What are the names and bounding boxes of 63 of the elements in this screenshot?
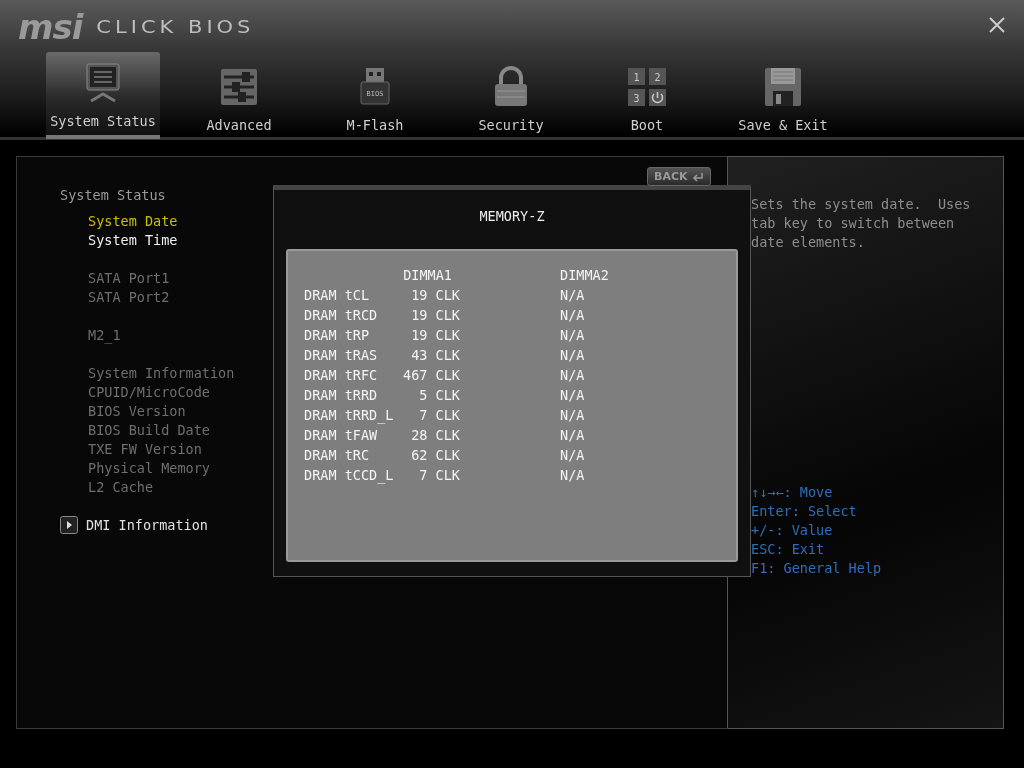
submenu-link[interactable]: DMI Information (86, 517, 208, 533)
logo: msi (18, 7, 83, 47)
table-cell: 28 CLK (411, 427, 460, 443)
menu-item: TXE FW Version (88, 440, 202, 459)
back-button[interactable]: BACK (647, 167, 711, 186)
table-cell: 7 CLK (419, 407, 460, 423)
table-cell-text: N/A (560, 406, 586, 425)
menu-item: CPUID/MicroCode (88, 383, 210, 402)
menu-item: SATA Port1 (88, 269, 170, 288)
table-cell-text: N/A (560, 386, 586, 405)
table-cell-text: DRAM tCL (304, 286, 371, 305)
key-hint: +/-: Value (751, 521, 834, 540)
table-cell-text: DRAM tFAW (304, 426, 379, 445)
table-cell-text: N/A (560, 446, 586, 465)
menu-item: L2 Cache (88, 478, 154, 497)
help-text: Sets the system date. Uses tab key to switch between date elements. (751, 195, 972, 252)
column-header: DIMMA2 (560, 266, 609, 285)
menu-item: M2_1 (88, 326, 121, 345)
table-cell-text: DRAM tRC (304, 446, 371, 465)
menu-item: Physical Memory (88, 459, 210, 478)
menu-item: System Information (88, 364, 235, 383)
table-cell: 19 CLK (411, 307, 460, 323)
table-cell: 7 CLK (419, 467, 460, 483)
key-hint: Enter: Select (751, 502, 858, 521)
table-cell-text: N/A (560, 366, 586, 385)
menu-item: BIOS Build Date (88, 421, 210, 440)
table-cell: 43 CLK (411, 347, 460, 363)
dialog-title: MEMORY-Z (479, 208, 545, 224)
table-cell-text: DRAM tRRD_L (304, 406, 394, 425)
app-title: CLICK BIOS (96, 17, 255, 37)
table-cell: 19 CLK (411, 327, 460, 343)
table-cell-text: N/A (560, 426, 586, 445)
nav-tab[interactable]: System Status (46, 52, 160, 139)
nav-tab[interactable]: 1 2 3 Boot (590, 52, 704, 139)
menu-item[interactable]: System Date (88, 212, 178, 231)
section-heading: System Status (60, 187, 167, 203)
table-cell-text: DRAM tRAS (304, 346, 379, 365)
key-hint: ESC: Exit (751, 540, 826, 559)
menu-item[interactable]: System Time (88, 231, 178, 250)
table-cell-text: N/A (560, 326, 586, 345)
column-header: DIMMA1 (394, 265, 560, 285)
table-cell-text: N/A (560, 306, 586, 325)
nav-tab[interactable]: Advanced (182, 52, 296, 139)
key-hint: ↑↓→←: Move (751, 483, 834, 502)
menu-item: BIOS Version (88, 402, 186, 421)
table-cell-text: DRAM tCCD_L (304, 466, 394, 485)
table-cell-text: N/A (560, 286, 586, 305)
close-icon[interactable] (988, 16, 1006, 34)
nav-tab[interactable]: Security (454, 52, 568, 139)
table-cell-text: DRAM tRP (304, 326, 371, 345)
table-cell-text: N/A (560, 346, 586, 365)
key-hint: F1: General Help (751, 559, 883, 578)
table-cell: 467 CLK (403, 367, 460, 383)
table-cell-text: DRAM tRCD (304, 306, 379, 325)
table-cell-text: N/A (560, 466, 586, 485)
menu-item: SATA Port2 (88, 288, 170, 307)
nav-tab[interactable]: Save & Exit (726, 52, 840, 139)
table-cell-text: DRAM tRFC (304, 366, 379, 385)
table-cell: 62 CLK (411, 447, 460, 463)
table-cell-text: DRAM tRRD (304, 386, 379, 405)
table-cell: 5 CLK (419, 387, 460, 403)
table-cell: 19 CLK (411, 287, 460, 303)
return-arrow-icon (691, 171, 704, 182)
